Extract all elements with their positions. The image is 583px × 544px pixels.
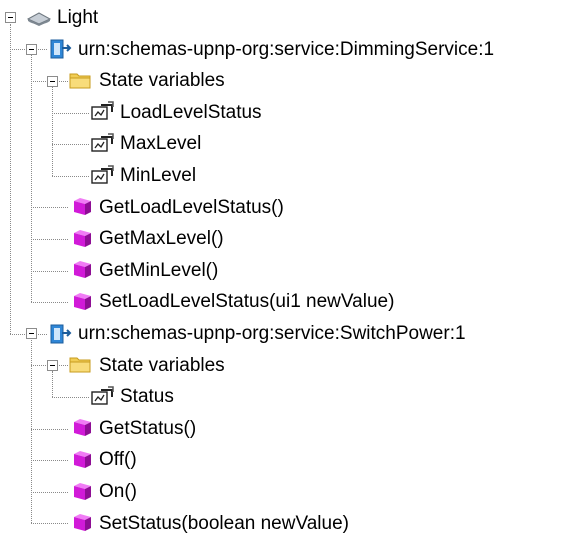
tree-node-action[interactable]: GetStatus() bbox=[68, 413, 196, 444]
tree-node-service-label: urn:schemas-upnp-org:service:DimmingServ… bbox=[78, 38, 495, 60]
tree-node-state-variable-label: MaxLevel bbox=[120, 133, 202, 155]
tree-connector-line bbox=[31, 428, 68, 430]
tree-connector-line bbox=[31, 339, 32, 524]
light-device-icon bbox=[26, 6, 52, 30]
tree-node-action-label: Off() bbox=[99, 449, 137, 471]
state-variable-icon bbox=[89, 100, 115, 124]
service-icon bbox=[47, 37, 73, 61]
tree-connector-line bbox=[52, 87, 53, 176]
tree-node-service-label: urn:schemas-upnp-org:service:SwitchPower… bbox=[78, 323, 466, 344]
service-icon bbox=[47, 322, 73, 346]
tree-node-action-label: GetMinLevel() bbox=[99, 259, 219, 281]
tree-connector-line bbox=[31, 55, 32, 303]
tree-node-state-variable-label: MinLevel bbox=[120, 165, 197, 186]
action-icon bbox=[68, 290, 94, 314]
action-icon bbox=[68, 511, 94, 535]
tree-connector-line bbox=[31, 523, 68, 525]
tree-node-action-label: GetMaxLevel() bbox=[99, 228, 224, 250]
action-icon bbox=[68, 416, 94, 440]
tree-node-action[interactable]: GetMaxLevel() bbox=[68, 223, 224, 254]
tree-node-action[interactable]: On() bbox=[68, 476, 137, 507]
action-icon bbox=[68, 227, 94, 251]
tree-node-action-label: On() bbox=[99, 481, 137, 502]
tree-node-state-variables-folder[interactable]: State variables bbox=[68, 350, 225, 381]
state-variable-icon bbox=[89, 132, 115, 156]
tree-node-state-variable-label: LoadLevelStatus bbox=[120, 101, 262, 123]
tree-node-action[interactable]: GetLoadLevelStatus() bbox=[68, 192, 284, 223]
tree-connector-line bbox=[31, 491, 68, 493]
tree-node-state-variable-label: Status bbox=[120, 386, 174, 408]
folder-icon bbox=[68, 69, 94, 93]
action-icon bbox=[68, 195, 94, 219]
tree-node-action[interactable]: Off() bbox=[68, 444, 137, 475]
collapse-toggle-icon[interactable] bbox=[47, 359, 58, 371]
state-variable-icon bbox=[89, 164, 115, 188]
tree-node-action-label: SetLoadLevelStatus(ui1 newValue) bbox=[99, 291, 395, 313]
state-variable-icon bbox=[89, 385, 115, 409]
tree-connector-line bbox=[31, 207, 68, 209]
tree-connector-line bbox=[10, 23, 11, 334]
tree-connector-line bbox=[31, 239, 68, 240]
tree-node-state-variables-folder-label: State variables bbox=[99, 354, 225, 376]
tree-connector-line bbox=[31, 270, 68, 272]
tree-node-action[interactable]: GetMinLevel() bbox=[68, 255, 218, 286]
tree-node-action-label: GetStatus() bbox=[99, 417, 197, 439]
collapse-toggle-icon[interactable] bbox=[5, 12, 16, 24]
tree-node-state-variable[interactable]: MinLevel bbox=[89, 160, 196, 191]
tree-connector-line bbox=[52, 397, 89, 398]
tree-node-state-variable[interactable]: MaxLevel bbox=[89, 128, 201, 159]
collapse-toggle-icon[interactable] bbox=[47, 75, 58, 87]
action-icon bbox=[68, 480, 94, 504]
tree-node-service[interactable]: urn:schemas-upnp-org:service:SwitchPower… bbox=[47, 318, 466, 349]
action-icon bbox=[68, 448, 94, 472]
tree-node-light[interactable]: Light bbox=[26, 2, 98, 33]
tree-node-state-variables-folder[interactable]: State variables bbox=[68, 65, 225, 96]
collapse-toggle-icon[interactable] bbox=[26, 43, 37, 55]
action-icon bbox=[68, 258, 94, 282]
tree-node-state-variable[interactable]: LoadLevelStatus bbox=[89, 97, 262, 128]
tree-node-service[interactable]: urn:schemas-upnp-org:service:DimmingServ… bbox=[47, 34, 494, 65]
tree-connector-line bbox=[52, 144, 89, 146]
tree-node-action[interactable]: SetLoadLevelStatus(ui1 newValue) bbox=[68, 286, 394, 317]
tree-node-action-label: SetStatus(boolean newValue) bbox=[99, 512, 349, 534]
tree-node-state-variables-folder-label: State variables bbox=[99, 70, 225, 92]
tree-connector-line bbox=[31, 460, 68, 462]
upnp-device-tree: Light urn:schemas-upnp-org:service:Dimmin… bbox=[0, 0, 583, 544]
tree-node-light-label: Light bbox=[57, 7, 99, 28]
tree-connector-line bbox=[52, 112, 89, 114]
folder-icon bbox=[68, 353, 94, 377]
tree-connector-line bbox=[52, 175, 89, 177]
tree-connector-line bbox=[52, 371, 53, 397]
tree-node-action-label: GetLoadLevelStatus() bbox=[99, 196, 284, 218]
collapse-toggle-icon[interactable] bbox=[26, 328, 37, 340]
tree-node-action[interactable]: SetStatus(boolean newValue) bbox=[68, 508, 349, 539]
tree-connector-line bbox=[31, 302, 68, 304]
tree-node-state-variable[interactable]: Status bbox=[89, 381, 174, 412]
